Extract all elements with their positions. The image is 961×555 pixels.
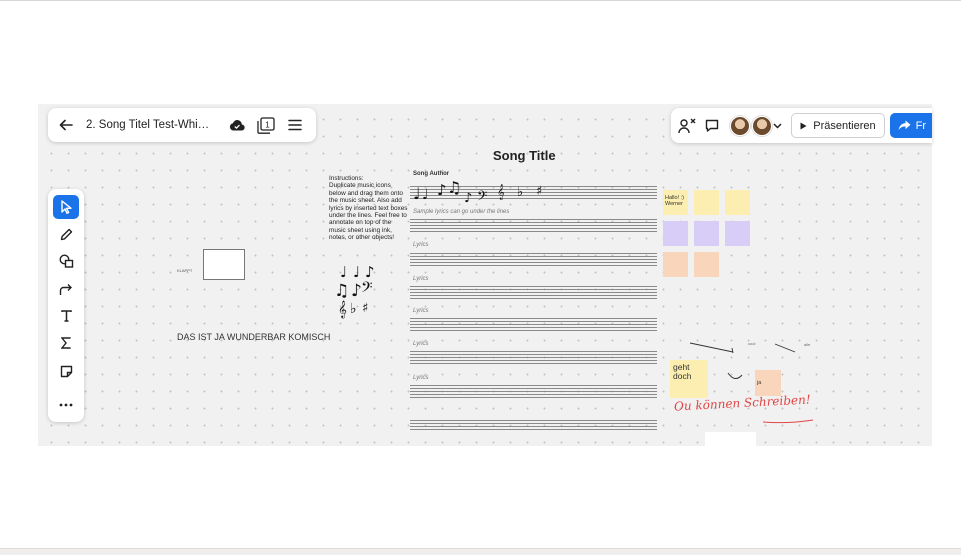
drawing-toolbar [48,189,84,422]
sticky-note[interactable] [725,221,750,246]
eighth-note-icon[interactable]: ♪ [437,183,447,198]
beamed-notes-icon[interactable]: ♫ [334,283,349,300]
arrow-left-icon [59,119,73,131]
sigma-icon [61,337,71,349]
play-icon [800,122,807,129]
text-icon [60,310,72,322]
document-toolbar: 2. Song Titel Test-Whit... 1 [48,108,316,142]
sticky-note[interactable] [725,190,750,215]
sticky-note[interactable] [663,252,688,277]
instructions-box[interactable]: Instructions: Duplicate music icons belo… [329,175,409,242]
lyrics-label[interactable]: Lyrics [413,308,429,314]
collaboration-toolbar: Präsentieren Fr [671,108,932,143]
svg-text:1: 1 [265,120,270,129]
connector-icon [59,283,72,295]
pages-icon: 1 [256,116,275,134]
bass-clef-icon[interactable]: 𝄢 [361,281,373,299]
present-button[interactable]: Präsentieren [791,113,885,138]
komisch-text[interactable]: DAS IST JA WUNDERBAR KOMISCH [177,332,330,342]
pen-tool[interactable] [53,222,79,246]
hamburger-menu-icon [287,119,302,131]
lyrics-label[interactable]: Lyrics [413,375,429,381]
bass-clef-icon[interactable]: 𝄢 [477,190,487,206]
treble-clef-icon[interactable]: 𝄞 [338,302,347,317]
tiny-label[interactable]: KLAPPT [177,268,192,273]
share-arrow-icon [898,120,911,131]
share-button[interactable]: Fr [889,113,932,138]
more-tools-button[interactable] [53,393,79,417]
math-tool[interactable] [53,331,79,355]
music-staff[interactable] [410,219,657,234]
sticky-note[interactable] [694,221,719,246]
avatar[interactable] [729,115,750,136]
empty-shape[interactable] [203,249,245,280]
collaborator-avatars[interactable] [729,115,772,136]
eighth-note-icon[interactable]: ♪ [464,192,472,205]
sticky-note[interactable]: geht doch [670,360,708,398]
person-add-icon [678,118,696,133]
pages-button[interactable]: 1 [251,108,280,142]
flat-icon[interactable]: ♭ [350,302,357,316]
music-staff[interactable] [410,253,657,268]
document-title[interactable]: 2. Song Titel Test-Whit... [86,119,210,131]
song-title[interactable]: Song Title [493,148,556,163]
present-label: Präsentieren [813,119,876,132]
treble-clef-icon[interactable]: 𝄞 [497,186,505,199]
music-staff[interactable] [410,286,657,301]
sticky-note-icon [60,365,72,377]
lyrics-label[interactable]: Lyrics [413,276,429,282]
window-bottom-border [0,548,961,555]
share-with-people-button[interactable] [673,108,701,143]
beamed-notes-icon[interactable]: ♫ [447,180,461,196]
instructions-title: Instructions: [329,175,364,182]
cloud-save-button[interactable] [222,108,251,142]
menu-button[interactable] [280,108,309,142]
quarter-note-icon[interactable]: ♩ [353,265,360,280]
flat-icon[interactable]: ♭ [517,186,523,199]
pencil-icon [60,228,72,240]
lyrics-label[interactable]: Lyrics [413,242,429,248]
cloud-saved-icon [229,120,245,131]
sticky-note[interactable] [694,190,719,215]
chevron-down-icon [773,122,782,129]
avatars-dropdown[interactable] [772,108,783,143]
quarter-note-icon[interactable]: ♩ [340,265,347,280]
sticky-note[interactable] [663,221,688,246]
lyrics-label[interactable]: Lyrics [413,341,429,347]
sticky-note[interactable]: ja [755,370,781,396]
shapes-tool[interactable] [53,249,79,273]
text-tool[interactable] [53,304,79,328]
back-button[interactable] [48,108,84,142]
sticky-note[interactable]: Hallo! :) Werner [663,190,688,215]
select-tool[interactable] [53,195,79,219]
quarter-note-icon[interactable]: ♩ [413,186,421,202]
music-staff[interactable] [410,420,657,432]
music-staff[interactable] [410,385,657,400]
sample-lyrics[interactable]: Sample lyrics can go under the lines [413,209,509,215]
comments-button[interactable] [701,108,724,143]
sharp-icon[interactable]: ♯ [536,185,542,198]
avatar[interactable] [751,115,772,136]
sticky-note-text: ja [757,380,762,386]
window-top-border [0,0,961,1]
share-label: Fr [915,119,926,132]
music-staff[interactable] [410,318,657,333]
sticky-note-tool[interactable] [53,359,79,383]
sticky-note-text: Hallo! :) Werner [665,195,684,207]
cursor-icon [60,200,72,214]
sticky-note[interactable] [694,252,719,277]
sharp-icon[interactable]: ♯ [362,302,368,315]
song-author[interactable]: Song Author [413,171,449,177]
instructions-body: Duplicate music icons below and drag the… [329,182,408,242]
quarter-note-icon[interactable]: ♩ [422,188,429,202]
music-staff[interactable] [410,351,657,366]
white-shape[interactable] [705,432,756,446]
connector-tool[interactable] [53,277,79,301]
sticky-note-text: geht doch [673,362,692,381]
eighth-note-icon[interactable]: ♪ [365,265,375,280]
more-dots-icon [59,403,73,407]
comment-icon [706,119,719,132]
shapes-icon [58,254,73,268]
